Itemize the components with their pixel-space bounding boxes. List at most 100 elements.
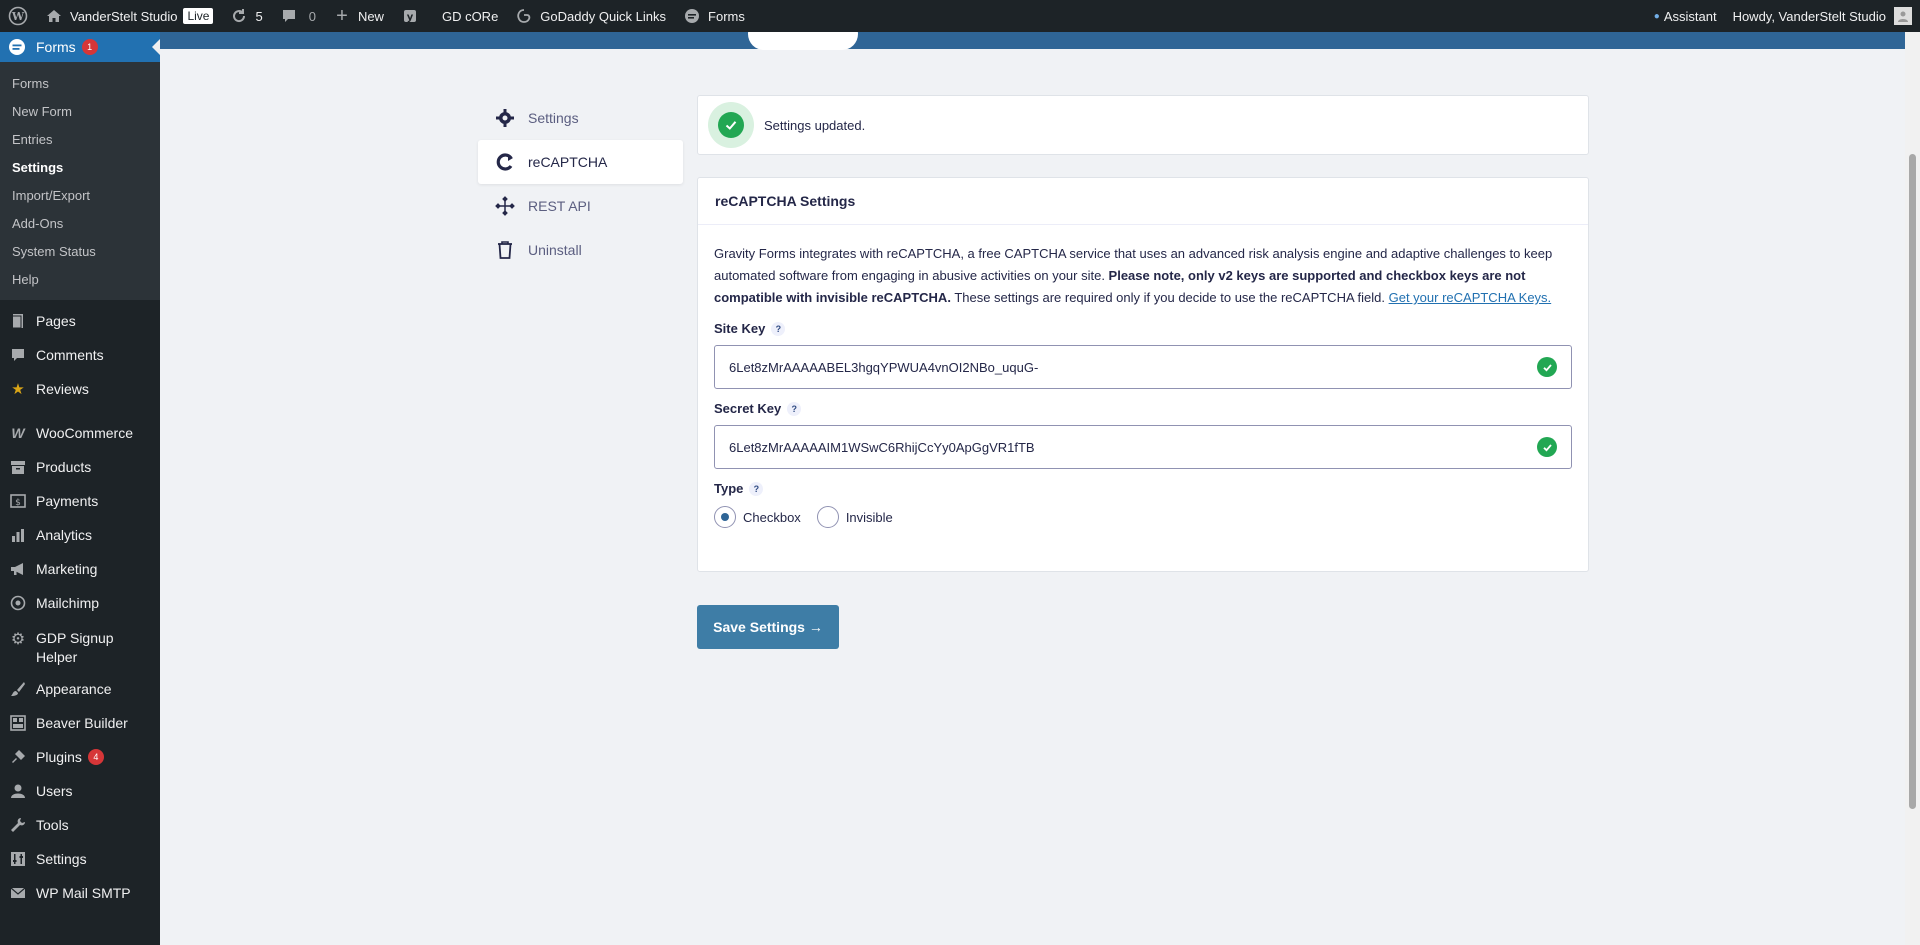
forms-submenu: Forms New Form Entries Settings Import/E… [0,62,160,300]
site-name-link[interactable]: VanderStelt Studio Live [36,0,221,32]
sidebar-item-settings[interactable]: Settings [0,842,160,876]
updates-icon [229,6,249,26]
sidebar-item-reviews[interactable]: ★ Reviews [0,372,160,406]
api-icon [494,195,516,217]
help-icon[interactable]: ? [749,481,764,496]
tab-label: reCAPTCHA [528,154,608,170]
valid-check-icon [1537,357,1557,377]
sidebar-item-pages[interactable]: Pages [0,304,160,338]
header-strip [160,32,1905,49]
woocommerce-icon: W [11,425,25,441]
help-icon[interactable]: ? [787,401,802,416]
sidebar-item-users[interactable]: Users [0,774,160,808]
header-illustration [748,32,858,50]
godaddy-links[interactable]: GoDaddy Quick Links [506,0,674,32]
get-keys-link[interactable]: Get your reCAPTCHA Keys. [1389,290,1552,305]
updates-link[interactable]: 5 [221,0,270,32]
gravity-forms-icon [8,38,28,56]
new-label: New [357,8,384,24]
archive-icon [8,457,28,477]
radio-checkbox[interactable] [714,506,736,528]
sidebar-item-label: Forms [36,39,76,55]
panel-title: reCAPTCHA Settings [698,178,1588,225]
secret-key-label: Secret Key ? [714,401,1572,416]
sidebar-item-comments[interactable]: Comments [0,338,160,372]
sidebar-item-appearance[interactable]: Appearance [0,672,160,706]
scrollbar-thumb[interactable] [1909,154,1916,809]
sliders-icon [8,849,28,869]
forms-badge: 1 [81,39,98,55]
secret-key-input[interactable]: 6Let8zMrAAAAAIM1WSwC6RhijCcYy0ApGgVR1fTB [714,425,1572,469]
sidebar-item-wp-mail-smtp[interactable]: WP Mail SMTP [0,876,160,910]
layout-icon [8,713,28,733]
radio-invisible[interactable] [816,506,839,528]
wp-logo[interactable]: W [0,0,36,32]
type-option-invisible[interactable]: Invisible [816,506,893,528]
recaptcha-settings-panel: reCAPTCHA Settings Gravity Forms integra… [697,177,1589,572]
tab-settings[interactable]: Settings [478,96,683,140]
comments-count: 0 [308,8,316,24]
tab-label: REST API [528,198,591,214]
plus-icon: + [336,4,348,27]
sidebar-item-woocommerce[interactable]: W WooCommerce [0,416,160,450]
site-name: VanderStelt Studio [70,8,178,24]
envelope-icon [8,883,28,903]
yoast-link[interactable]: y [392,0,434,32]
pages-icon [8,311,28,331]
type-option-checkbox[interactable]: Checkbox [714,506,801,528]
submenu-import-export[interactable]: Import/Export [0,181,160,209]
yoast-icon: y [400,6,420,26]
notice-text: Settings updated. [764,117,866,133]
sidebar-item-products[interactable]: Products [0,450,160,484]
admin-bar: W VanderStelt Studio Live 5 0 + New y GD… [0,0,1920,32]
sidebar-item-forms[interactable]: Forms 1 [0,32,160,62]
submenu-entries[interactable]: Entries [0,125,160,153]
sidebar-item-analytics[interactable]: Analytics [0,518,160,552]
comments-link[interactable]: 0 [271,0,324,32]
settings-nav: Settings reCAPTCHA REST API Uninstall [478,96,683,272]
comment-icon [279,6,299,26]
forms-link[interactable]: Forms [674,0,753,32]
svg-text:y: y [407,12,414,23]
sidebar-item-gdp-signup-helper[interactable]: ⚙ GDP Signup Helper [0,620,160,672]
submenu-add-ons[interactable]: Add-Ons [0,209,160,237]
submenu-forms[interactable]: Forms [0,69,160,97]
gear-icon: ⚙ [10,631,26,648]
tab-rest-api[interactable]: REST API [478,184,683,228]
page-scrollbar[interactable] [1905,32,1920,945]
success-check-icon [708,102,754,148]
site-key-input[interactable]: 6Let8zMrAAAAABEL3hgqYPWUA4vnOI2NBo_uquG- [714,345,1572,389]
tab-label: Settings [528,110,579,126]
submenu-settings[interactable]: Settings [0,153,160,181]
help-icon[interactable]: ? [771,321,786,336]
megaphone-icon [8,559,28,579]
godaddy-label: GoDaddy Quick Links [540,8,667,24]
panel-description: Gravity Forms integrates with reCAPTCHA,… [714,246,1553,305]
tab-recaptcha[interactable]: reCAPTCHA [478,140,683,184]
sidebar-item-tools[interactable]: Tools [0,808,160,842]
payments-icon: $ [8,491,28,511]
new-content-link[interactable]: + New [324,0,392,32]
submenu-system-status[interactable]: System Status [0,237,160,265]
sidebar-item-marketing[interactable]: Marketing [0,552,160,586]
status-dot-icon: ● [1653,10,1660,22]
success-notice: Settings updated. [697,95,1589,155]
avatar [1894,7,1912,25]
plug-icon [8,747,28,767]
plugins-badge: 4 [87,749,104,765]
sidebar-item-mailchimp[interactable]: Mailchimp [0,586,160,620]
sidebar-item-payments[interactable]: $ Payments [0,484,160,518]
gd-core-link[interactable]: GD cORe [434,0,506,32]
submenu-new-form[interactable]: New Form [0,97,160,125]
assistant-link[interactable]: ● Assistant [1646,0,1725,32]
type-radio-group: Checkbox Invisible [714,506,1572,528]
paintbrush-icon [8,679,28,699]
sidebar-item-plugins[interactable]: Plugins 4 [0,740,160,774]
star-icon: ★ [11,381,25,398]
trash-icon [494,239,516,261]
my-account[interactable]: Howdy, VanderStelt Studio [1725,0,1920,32]
tab-uninstall[interactable]: Uninstall [478,228,683,272]
submenu-help[interactable]: Help [0,265,160,293]
sidebar-item-beaver-builder[interactable]: Beaver Builder [0,706,160,740]
save-settings-button[interactable]: Save Settings → [697,605,839,649]
